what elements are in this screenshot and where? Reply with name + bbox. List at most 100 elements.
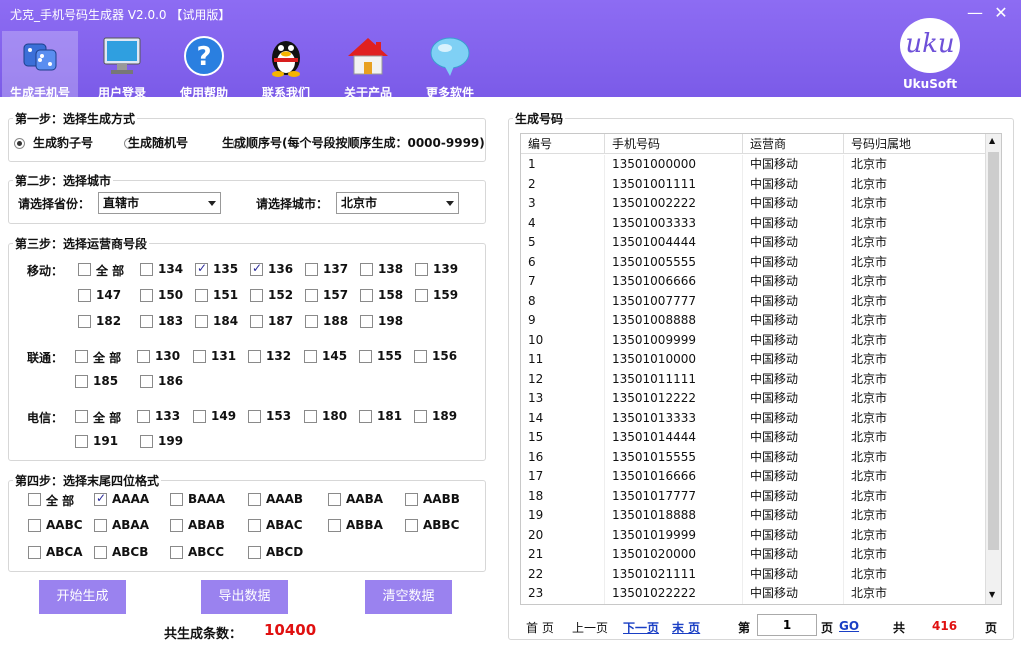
- format-AAAA-checkbox[interactable]: [94, 491, 107, 506]
- mobile-188-checkbox[interactable]: [305, 315, 318, 328]
- format-AABC-checkbox[interactable]: [28, 519, 41, 532]
- mobile-147-checkbox[interactable]: [78, 289, 91, 302]
- format-ABAA-checkbox[interactable]: [94, 519, 107, 532]
- toolbar-generate[interactable]: 生成手机号: [2, 31, 78, 100]
- mobile-158-checkbox[interactable]: [360, 289, 373, 302]
- mobile-183-checkbox[interactable]: [140, 315, 153, 328]
- table-row[interactable]: 4 13501003333 中国移动 北京市: [521, 213, 987, 233]
- column-header[interactable]: 号码归属地: [844, 134, 987, 154]
- table-row[interactable]: 14 13501013333 中国移动 北京市: [521, 408, 987, 428]
- table-row[interactable]: 12 13501011111 中国移动 北京市: [521, 369, 987, 389]
- unicom-132-checkbox[interactable]: [248, 350, 261, 363]
- mobile-187-checkbox[interactable]: [250, 315, 263, 328]
- page-input[interactable]: [757, 614, 817, 636]
- table-row[interactable]: 13 13501012222 中国移动 北京市: [521, 389, 987, 409]
- radio-leopard[interactable]: [14, 138, 25, 149]
- column-header[interactable]: 手机号码: [605, 134, 743, 154]
- go-button[interactable]: GO: [839, 619, 859, 633]
- mobile-184-checkbox[interactable]: [195, 315, 208, 328]
- next-page-link[interactable]: 下一页: [623, 619, 659, 636]
- format-AABB-checkbox[interactable]: [405, 493, 418, 506]
- table-row[interactable]: 19 13501018888 中国移动 北京市: [521, 506, 987, 526]
- mobile-139-checkbox[interactable]: [415, 263, 428, 276]
- column-header[interactable]: 运营商: [743, 134, 844, 154]
- scroll-down-icon[interactable]: ▼: [989, 590, 995, 599]
- mobile-152-checkbox[interactable]: [250, 289, 263, 302]
- mobile-138-checkbox[interactable]: [360, 263, 373, 276]
- telecom-191-checkbox[interactable]: [75, 435, 88, 448]
- format-ABCB-checkbox[interactable]: [94, 546, 107, 559]
- column-header[interactable]: 编号: [521, 134, 605, 154]
- table-row[interactable]: 6 13501005555 中国移动 北京市: [521, 252, 987, 272]
- format-ABCD-checkbox[interactable]: [248, 546, 261, 559]
- telecom-181-checkbox[interactable]: [359, 410, 372, 423]
- table-row[interactable]: 3 13501002222 中国移动 北京市: [521, 194, 987, 214]
- first-page-link[interactable]: 首 页: [526, 619, 554, 636]
- unicom-185-checkbox[interactable]: [75, 375, 88, 388]
- toolbar-more[interactable]: 更多软件: [412, 31, 488, 100]
- unicom-145-checkbox[interactable]: [304, 350, 317, 363]
- start-button[interactable]: 开始生成: [39, 580, 126, 614]
- mobile-159-checkbox[interactable]: [415, 289, 428, 302]
- table-row[interactable]: 7 13501006666 中国移动 北京市: [521, 272, 987, 292]
- format-ABAC-checkbox[interactable]: [248, 519, 261, 532]
- toolbar-contact[interactable]: 联系我们: [248, 31, 324, 100]
- table-row[interactable]: 17 13501016666 中国移动 北京市: [521, 467, 987, 487]
- format-ABAB-checkbox[interactable]: [170, 519, 183, 532]
- telecom-133-checkbox[interactable]: [137, 410, 150, 423]
- table-row[interactable]: 21 13501020000 中国移动 北京市: [521, 545, 987, 565]
- telecom-180-checkbox[interactable]: [304, 410, 317, 423]
- telecom-189-checkbox[interactable]: [414, 410, 427, 423]
- format-BAAA-checkbox[interactable]: [170, 493, 183, 506]
- export-button[interactable]: 导出数据: [201, 580, 288, 614]
- unicom-156-checkbox[interactable]: [414, 350, 427, 363]
- mobile-137-checkbox[interactable]: [305, 263, 318, 276]
- toolbar-about[interactable]: 关于产品: [330, 31, 406, 100]
- table-row[interactable]: 11 13501010000 中国移动 北京市: [521, 350, 987, 370]
- table-row[interactable]: 8 13501007777 中国移动 北京市: [521, 291, 987, 311]
- mobile-182-checkbox[interactable]: [78, 315, 91, 328]
- scroll-up-icon[interactable]: ▲: [989, 136, 995, 145]
- toolbar-login[interactable]: 用户登录: [84, 31, 160, 100]
- format-AABA-checkbox[interactable]: [328, 493, 341, 506]
- scroll-thumb[interactable]: [988, 152, 999, 550]
- unicom-186-checkbox[interactable]: [140, 375, 153, 388]
- telecom-149-checkbox[interactable]: [193, 410, 206, 423]
- unicom-131-checkbox[interactable]: [193, 350, 206, 363]
- results-table[interactable]: 编号 手机号码 运营商 号码归属地 1 13501000000 中国移动 北京市 2 13…: [520, 133, 1002, 605]
- table-row[interactable]: 20 13501019999 中国移动 北京市: [521, 525, 987, 545]
- table-row[interactable]: 16 13501015555 中国移动 北京市: [521, 447, 987, 467]
- close-button[interactable]: ✕: [988, 2, 1014, 24]
- mobile-135-checkbox[interactable]: [195, 261, 208, 276]
- vertical-scrollbar[interactable]: ▲ ▼: [985, 134, 1001, 604]
- table-row[interactable]: 15 13501014444 中国移动 北京市: [521, 428, 987, 448]
- format-ABCC-checkbox[interactable]: [170, 546, 183, 559]
- format-AAAB-checkbox[interactable]: [248, 493, 261, 506]
- mobile-150-checkbox[interactable]: [140, 289, 153, 302]
- toolbar-help[interactable]: ? 使用帮助: [166, 31, 242, 100]
- table-row[interactable]: 10 13501009999 中国移动 北京市: [521, 330, 987, 350]
- city-select[interactable]: 北京市: [336, 192, 459, 214]
- mobile-198-checkbox[interactable]: [360, 315, 373, 328]
- mobile-136-checkbox[interactable]: [250, 261, 263, 276]
- table-row[interactable]: 2 13501001111 中国移动 北京市: [521, 174, 987, 194]
- clear-button[interactable]: 清空数据: [365, 580, 452, 614]
- unicom-130-checkbox[interactable]: [137, 350, 150, 363]
- format-ABBA-checkbox[interactable]: [328, 519, 341, 532]
- table-row[interactable]: 23 13501022222 中国移动 北京市: [521, 584, 987, 604]
- unicom-all-checkbox[interactable]: [75, 350, 88, 363]
- minimize-button[interactable]: —: [962, 2, 988, 24]
- telecom-all-checkbox[interactable]: [75, 410, 88, 423]
- province-select[interactable]: 直辖市: [98, 192, 221, 214]
- format-ABBC-checkbox[interactable]: [405, 519, 418, 532]
- telecom-199-checkbox[interactable]: [140, 435, 153, 448]
- mobile-151-checkbox[interactable]: [195, 289, 208, 302]
- table-row[interactable]: 1 13501000000 中国移动 北京市: [521, 155, 987, 175]
- format-全部-checkbox[interactable]: [28, 493, 41, 506]
- prev-page-link[interactable]: 上一页: [572, 619, 608, 636]
- table-row[interactable]: 9 13501008888 中国移动 北京市: [521, 311, 987, 331]
- mobile-all-checkbox[interactable]: [78, 263, 91, 276]
- last-page-link[interactable]: 末 页: [672, 619, 700, 636]
- mobile-157-checkbox[interactable]: [305, 289, 318, 302]
- unicom-155-checkbox[interactable]: [359, 350, 372, 363]
